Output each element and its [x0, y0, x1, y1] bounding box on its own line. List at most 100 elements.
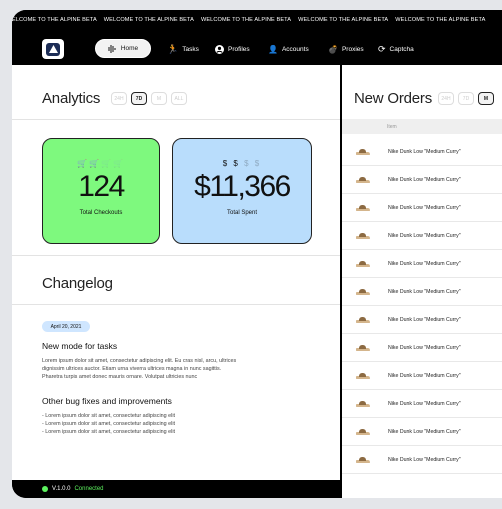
- status-dot-icon: [42, 486, 48, 492]
- order-item-name: Nike Dunk Low "Medium Curry": [388, 260, 461, 267]
- order-item-name: Nike Dunk Low "Medium Curry": [388, 428, 461, 435]
- left-panel: Analytics 24H 7D M ALL 🛒🛒🛒🛒 124 Total Ch…: [12, 65, 340, 480]
- order-item-name: Nike Dunk Low "Medium Curry": [388, 232, 461, 239]
- changelog-heading: New mode for tasks: [42, 341, 118, 351]
- range-24h[interactable]: 24H: [438, 92, 454, 105]
- changelog-body-line: dignissim ultrices auctor. Etiam urna vi…: [42, 366, 222, 372]
- changelog-body-line: Lorem ipsum dolor sit amet, consectetur …: [42, 358, 237, 364]
- range-m[interactable]: M: [151, 92, 167, 105]
- order-row[interactable]: Nike Dunk Low "Medium Curry": [342, 138, 502, 166]
- checkouts-label: Total Checkouts: [79, 210, 123, 216]
- order-item-name: Nike Dunk Low "Medium Curry": [388, 176, 461, 183]
- nav-home-label: Home: [120, 45, 139, 52]
- nav-proxies-label: Proxies: [341, 45, 364, 53]
- order-row[interactable]: Nike Dunk Low "Medium Curry": [342, 418, 502, 446]
- sneaker-icon: [356, 232, 370, 239]
- order-row[interactable]: Nike Dunk Low "Medium Curry": [342, 362, 502, 390]
- range-m[interactable]: M: [478, 92, 494, 105]
- ticker-item: WELCOME TO THE ALPINE BETA: [103, 17, 194, 23]
- range-7d[interactable]: 7D: [458, 92, 474, 105]
- spent-label: Total Spent: [226, 210, 258, 216]
- sneaker-icon: [356, 204, 370, 211]
- nav-home-button[interactable]: Home: [95, 39, 151, 58]
- connection-status: Connected: [74, 486, 104, 492]
- nav-captcha-label: Captcha: [389, 45, 414, 53]
- order-row[interactable]: Nike Dunk Low "Medium Curry": [342, 306, 502, 334]
- activity-icon: [108, 44, 116, 53]
- order-row[interactable]: Nike Dunk Low "Medium Curry": [342, 194, 502, 222]
- refresh-icon: ⟳: [378, 43, 386, 54]
- order-item-name: Nike Dunk Low "Medium Curry": [388, 344, 461, 351]
- sneaker-icon: [356, 288, 370, 295]
- order-item-name: Nike Dunk Low "Medium Curry": [388, 204, 461, 211]
- order-item-name: Nike Dunk Low "Medium Curry": [388, 456, 461, 463]
- divider: [12, 119, 340, 120]
- changelog-title: Changelog: [42, 275, 113, 292]
- range-24h[interactable]: 24H: [111, 92, 127, 105]
- divider: [12, 255, 340, 256]
- sneaker-icon: [356, 456, 370, 463]
- divider: [12, 304, 340, 305]
- order-item-name: Nike Dunk Low "Medium Curry": [388, 148, 461, 155]
- user-icon: [215, 44, 224, 54]
- top-navigation: Home 🏃 Tasks Profiles 👤 Accounts 💣 Proxi…: [12, 36, 502, 62]
- mountain-icon: [48, 45, 58, 53]
- ticker-item: ELCOME TO THE ALPINE BETA: [12, 17, 97, 23]
- sneaker-icon: [356, 344, 370, 351]
- range-all[interactable]: ALL: [171, 92, 187, 105]
- order-row[interactable]: Nike Dunk Low "Medium Curry": [342, 278, 502, 306]
- running-icon: 🏃: [167, 43, 179, 54]
- column-header-item: Item: [387, 123, 397, 130]
- nav-tasks-label: Tasks: [182, 45, 199, 53]
- app-window: ELCOME TO THE ALPINE BETA WELCOME TO THE…: [12, 10, 502, 498]
- bomb-icon: 💣: [328, 44, 338, 54]
- dollar-icons: $ $ $ $: [222, 159, 262, 168]
- order-item-name: Nike Dunk Low "Medium Curry": [388, 288, 461, 295]
- order-row[interactable]: Nike Dunk Low "Medium Curry": [342, 334, 502, 362]
- nav-profiles[interactable]: Profiles: [215, 36, 250, 62]
- order-row[interactable]: Nike Dunk Low "Medium Curry": [342, 166, 502, 194]
- announcement-ticker: ELCOME TO THE ALPINE BETA WELCOME TO THE…: [12, 10, 502, 30]
- sneaker-icon: [356, 316, 370, 323]
- changelog-bullet: - Lorem ipsum dolor sit amet, consectetu…: [42, 429, 176, 435]
- changelog-date-badge: April 20, 2021: [42, 321, 90, 332]
- orders-table-header: Item: [342, 119, 502, 134]
- sneaker-icon: [356, 260, 370, 267]
- version-label: V.1.0.0: [52, 486, 71, 492]
- accounts-icon: 👤: [268, 44, 278, 54]
- order-row[interactable]: Nike Dunk Low "Medium Curry": [342, 446, 502, 474]
- order-row[interactable]: Nike Dunk Low "Medium Curry": [342, 250, 502, 278]
- sneaker-icon: [356, 372, 370, 379]
- ticker-item: WELCOME TO THE ALPINE BETA: [395, 17, 486, 23]
- nav-proxies[interactable]: 💣 Proxies: [328, 36, 364, 62]
- sneaker-icon: [356, 428, 370, 435]
- ticker-item: WELCOME TO THE ALPINE BETA: [200, 17, 292, 23]
- cart-icons: 🛒🛒🛒🛒: [77, 159, 125, 168]
- range-7d[interactable]: 7D: [131, 92, 147, 105]
- analytics-range-selector: 24H 7D M ALL: [111, 92, 187, 105]
- order-row[interactable]: Nike Dunk Low "Medium Curry": [342, 390, 502, 418]
- nav-tasks[interactable]: 🏃 Tasks: [167, 36, 199, 62]
- spent-value: $11,366: [194, 170, 291, 203]
- order-item-name: Nike Dunk Low "Medium Curry": [388, 316, 461, 323]
- nav-accounts-label: Accounts: [281, 45, 309, 53]
- right-panel: New Orders 24H 7D M Item Nike Dunk Low "…: [342, 65, 502, 498]
- spent-card: $ $ $ $ $11,366 Total Spent: [172, 138, 312, 244]
- checkouts-card: 🛒🛒🛒🛒 124 Total Checkouts: [42, 138, 160, 244]
- sneaker-icon: [356, 400, 370, 407]
- ticker-item: WELCOME TO THE ALPINE BETA: [298, 17, 389, 23]
- analytics-title: Analytics: [42, 90, 101, 107]
- orders-range-selector: 24H 7D M: [438, 92, 494, 105]
- status-bar: V.1.0.0 Connected: [12, 480, 340, 498]
- sneaker-icon: [356, 148, 370, 155]
- order-row[interactable]: Nike Dunk Low "Medium Curry": [342, 222, 502, 250]
- sneaker-icon: [356, 176, 370, 183]
- app-logo[interactable]: [42, 39, 64, 59]
- changelog-bullet: - Lorem ipsum dolor sit amet, consectetu…: [42, 421, 176, 427]
- checkouts-value: 124: [78, 170, 125, 203]
- changelog-bullet: - Lorem ipsum dolor sit amet, consectetu…: [42, 413, 176, 419]
- nav-captcha[interactable]: ⟳ Captcha: [378, 36, 414, 62]
- order-item-name: Nike Dunk Low "Medium Curry": [388, 400, 461, 407]
- nav-profiles-label: Profiles: [228, 45, 250, 53]
- nav-accounts[interactable]: 👤 Accounts: [268, 36, 309, 62]
